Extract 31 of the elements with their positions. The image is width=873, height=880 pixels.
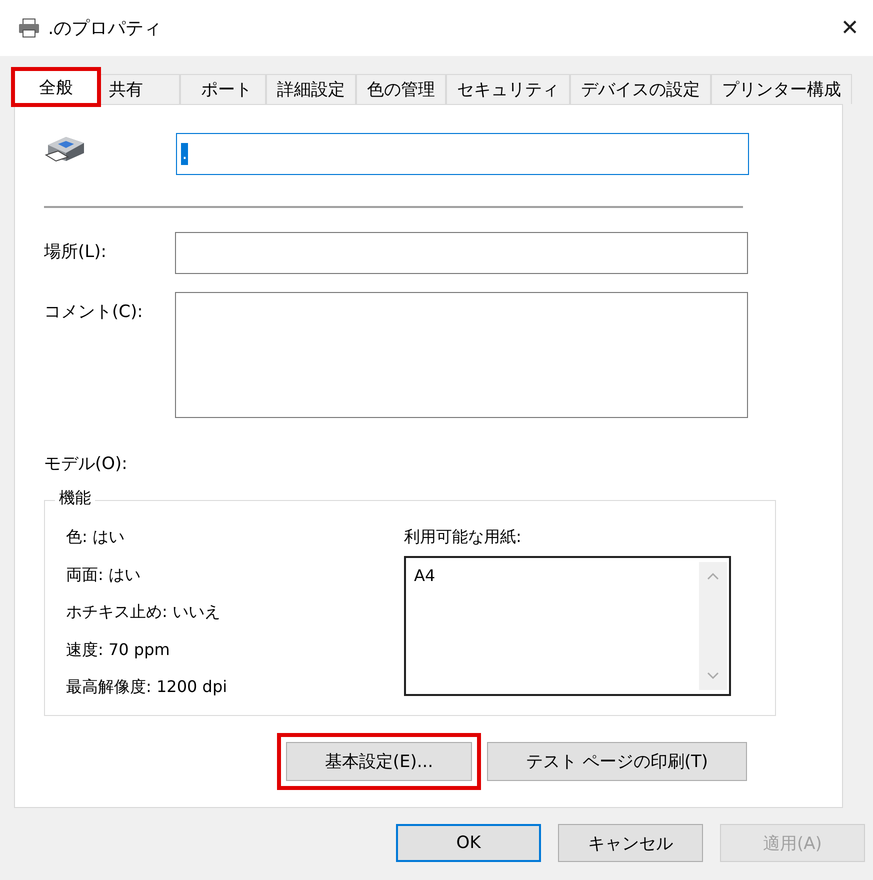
action-button[interactable]: テスト ページの印刷(T)	[487, 742, 747, 781]
field-label: コメント(C):	[44, 301, 144, 323]
printer-icon	[18, 18, 40, 38]
feature-text: 速度: 70 ppm	[66, 640, 171, 661]
name-field[interactable]: .	[176, 133, 749, 175]
field-label: 場所(L):	[44, 241, 108, 263]
location-field[interactable]	[175, 232, 748, 274]
feature-text: 色: はい	[66, 527, 126, 548]
dialog-button[interactable]: キャンセル	[558, 824, 703, 862]
close-button[interactable]: ✕	[840, 16, 859, 40]
window-title: .のプロパティ	[48, 17, 162, 40]
tab[interactable]: セキュリティ	[446, 74, 570, 104]
model-label: モデル(O):	[44, 453, 128, 476]
tab[interactable]: 詳細設定	[266, 74, 356, 104]
selected-text: .	[181, 143, 188, 165]
field-label: 利用可能な用紙:	[404, 527, 522, 548]
feature-text: ホチキス止め: いいえ	[66, 602, 222, 624]
paper-list[interactable]: A4	[404, 556, 731, 696]
feature-text: 両面: はい	[66, 564, 142, 586]
comment-field[interactable]	[175, 292, 748, 418]
tab[interactable]: デバイスの設定	[570, 74, 711, 104]
list-item[interactable]: A4	[414, 566, 444, 588]
tab[interactable]: 全般	[14, 70, 98, 104]
dialog-button[interactable]: OK	[396, 824, 541, 862]
tab[interactable]: プリンター構成	[711, 74, 852, 104]
feature-text: 最高解像度: 1200 dpi	[66, 677, 228, 698]
tab[interactable]: 共有	[98, 74, 180, 104]
tab[interactable]: ポート	[180, 74, 266, 104]
action-button[interactable]: 基本設定(E)...	[286, 742, 472, 781]
tab[interactable]: 色の管理	[356, 74, 446, 104]
scrollbar[interactable]	[699, 562, 727, 690]
